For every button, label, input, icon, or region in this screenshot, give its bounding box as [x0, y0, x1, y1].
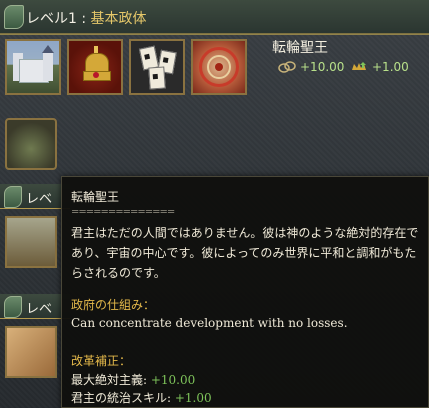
reform-level-header: レベル1 : 基本政体 [0, 0, 429, 35]
mechanics-text: Can concentrate development with no loss… [71, 316, 348, 330]
crown-top [85, 53, 109, 73]
reform-option-castle[interactable] [5, 39, 61, 95]
reform-option-dharma-wheel[interactable] [191, 39, 247, 95]
level-label: レベル1 [26, 11, 77, 27]
banner-label: レベ [26, 192, 53, 207]
crown-gem [93, 72, 99, 78]
reform-modifier-value: +1.00 [174, 391, 212, 405]
government-tooltip: 転輪聖王 ============== 君主はただの人間ではありません。彼は神の… [61, 176, 429, 408]
banner-label: レベ [26, 302, 53, 317]
reform-modifier-label: 最大絶対主義: [71, 373, 151, 387]
mechanics-heading: 政府の仕組み： [71, 298, 156, 312]
reform-option-tiles[interactable]: ▪ ▪ ▪ [129, 39, 185, 95]
banner-ornament-icon [4, 296, 22, 318]
castle-tower [43, 51, 53, 81]
reform-option-helmet[interactable] [5, 118, 57, 170]
banner-ornament-icon [4, 186, 22, 208]
modifier-absolutism: +10.00 [278, 60, 344, 74]
wheel-hub [215, 63, 223, 71]
level-separator: : [76, 11, 91, 27]
level-title: レベル1 : 基本政体 [26, 8, 147, 28]
reform-modifier-label: 君主の統治スキル: [71, 391, 175, 405]
tooltip-description: 君主はただの人間ではありません。彼は神のような絶対的存在であり、宇宙の中心です。… [71, 226, 419, 280]
modifier-ruler-adm: +1.00 [350, 60, 409, 74]
tooltip-separator: ============== [71, 207, 175, 218]
crown-arrow-icon [352, 62, 366, 70]
reform-modifier-row: 最大絶対主義: +10.00 [71, 371, 195, 388]
reform-option-people[interactable] [5, 216, 57, 268]
modifier-value: +1.00 [372, 60, 409, 74]
header-ornament-icon [4, 5, 24, 29]
level-banner: レベ [0, 294, 70, 319]
tile-icon: ▪ [148, 66, 166, 90]
tooltip-title: 転輪聖王 [71, 190, 120, 204]
reform-option-crown[interactable] [67, 39, 123, 95]
absolutism-icon [278, 61, 296, 73]
level-banner: レベ [0, 184, 70, 209]
government-title: 転輪聖王 [272, 40, 328, 56]
reform-modifier-row: 君主の統治スキル: +1.00 [71, 389, 212, 406]
castle-roof [42, 45, 54, 53]
level-value: 基本政体 [90, 11, 147, 27]
header-divider [0, 33, 429, 35]
reform-modifier-value: +10.00 [150, 373, 196, 387]
modifier-value: +10.00 [300, 60, 345, 74]
reform-option-scroll[interactable] [5, 326, 57, 378]
reform-modifiers-heading: 改革補正： [71, 354, 132, 368]
